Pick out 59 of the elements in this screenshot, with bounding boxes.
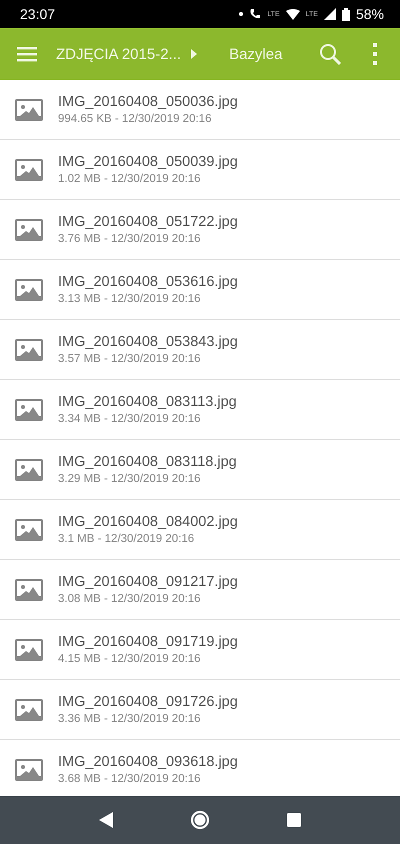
- file-details: 1.02 MB - 12/30/2019 20:16: [58, 173, 202, 185]
- image-icon: [15, 158, 43, 180]
- image-icon: [15, 578, 43, 600]
- clock-time: 23:07: [20, 6, 56, 22]
- image-icon: [15, 98, 43, 120]
- file-details: 3.29 MB - 12/30/2019 20:16: [58, 473, 202, 485]
- image-icon: [15, 218, 43, 240]
- file-row[interactable]: IMG_20160408_091719.jpg 4.15 MB - 12/30/2019 20:16: [0, 620, 400, 680]
- file-details: 3.34 MB - 12/30/2019 20:16: [58, 413, 202, 425]
- file-name: IMG_20160408_053616.jpg: [58, 274, 238, 290]
- file-row[interactable]: IMG_20160408_083118.jpg 3.29 MB - 12/30/2019 20:16: [0, 440, 400, 500]
- file-name: IMG_20160408_050036.jpg: [58, 94, 238, 110]
- file-details: 3.68 MB - 12/30/2019 20:16: [58, 773, 202, 785]
- image-icon: [15, 698, 43, 720]
- file-details: 3.76 MB - 12/30/2019 20:16: [58, 233, 202, 245]
- file-row[interactable]: IMG_20160408_053843.jpg 3.57 MB - 12/30/2019 20:16: [0, 320, 400, 380]
- file-row[interactable]: IMG_20160408_050036.jpg 994.65 KB - 12/30/2019 20:16: [0, 80, 400, 140]
- back-icon[interactable]: [98, 812, 113, 828]
- file-details: 994.65 KB - 12/30/2019 20:16: [58, 113, 212, 125]
- file-name: IMG_20160408_091217.jpg: [58, 574, 238, 590]
- image-icon: [15, 338, 43, 360]
- image-icon: [15, 758, 43, 780]
- file-name: IMG_20160408_051722.jpg: [58, 214, 238, 230]
- image-icon: [15, 458, 43, 480]
- file-name: IMG_20160408_083113.jpg: [58, 394, 237, 410]
- image-icon: [15, 398, 43, 420]
- file-name: IMG_20160408_050039.jpg: [58, 154, 238, 170]
- dot-icon: [239, 12, 244, 16]
- recents-icon[interactable]: [287, 813, 302, 827]
- file-row[interactable]: IMG_20160408_091726.jpg 3.36 MB - 12/30/2019 20:16: [0, 680, 400, 740]
- battery-percent: 58%: [356, 6, 384, 22]
- file-name: IMG_20160408_084002.jpg: [58, 514, 238, 530]
- file-details: 3.57 MB - 12/30/2019 20:16: [58, 353, 202, 365]
- chevron-icon: [191, 49, 198, 59]
- home-icon[interactable]: [190, 810, 210, 830]
- file-details: 3.36 MB - 12/30/2019 20:16: [58, 713, 202, 725]
- file-name: IMG_20160408_093618.jpg: [58, 754, 238, 770]
- file-row[interactable]: IMG_20160408_091217.jpg 3.08 MB - 12/30/2019 20:16: [0, 560, 400, 620]
- battery-icon: [342, 8, 350, 20]
- phone-icon: [249, 8, 262, 20]
- image-icon: [15, 278, 43, 300]
- file-row[interactable]: IMG_20160408_050039.jpg 1.02 MB - 12/30/2019 20:16: [0, 140, 400, 200]
- file-row[interactable]: IMG_20160408_083113.jpg 3.34 MB - 12/30/2019 20:16: [0, 380, 400, 440]
- file-row[interactable]: IMG_20160408_084002.jpg 3.1 MB - 12/30/2019 20:16: [0, 500, 400, 560]
- image-icon: [15, 638, 43, 660]
- file-name: IMG_20160408_091719.jpg: [58, 634, 238, 650]
- file-name: IMG_20160408_083118.jpg: [58, 454, 237, 470]
- wifi-icon: [286, 8, 300, 20]
- file-details: 3.13 MB - 12/30/2019 20:16: [58, 293, 202, 305]
- file-name: IMG_20160408_053843.jpg: [58, 334, 238, 350]
- file-details: 3.1 MB - 12/30/2019 20:16: [58, 533, 196, 545]
- image-icon: [15, 518, 43, 540]
- file-details: 4.15 MB - 12/30/2019 20:16: [58, 653, 202, 665]
- file-row[interactable]: IMG_20160408_051722.jpg 3.76 MB - 12/30/2019 20:16: [0, 200, 400, 260]
- file-row[interactable]: IMG_20160408_053616.jpg 3.13 MB - 12/30/2019 20:16: [0, 260, 400, 320]
- current-folder: Bazylea: [229, 46, 284, 62]
- file-details: 3.08 MB - 12/30/2019 20:16: [58, 593, 202, 605]
- file-name: IMG_20160408_091726.jpg: [58, 694, 238, 710]
- signal-icon: [324, 8, 336, 20]
